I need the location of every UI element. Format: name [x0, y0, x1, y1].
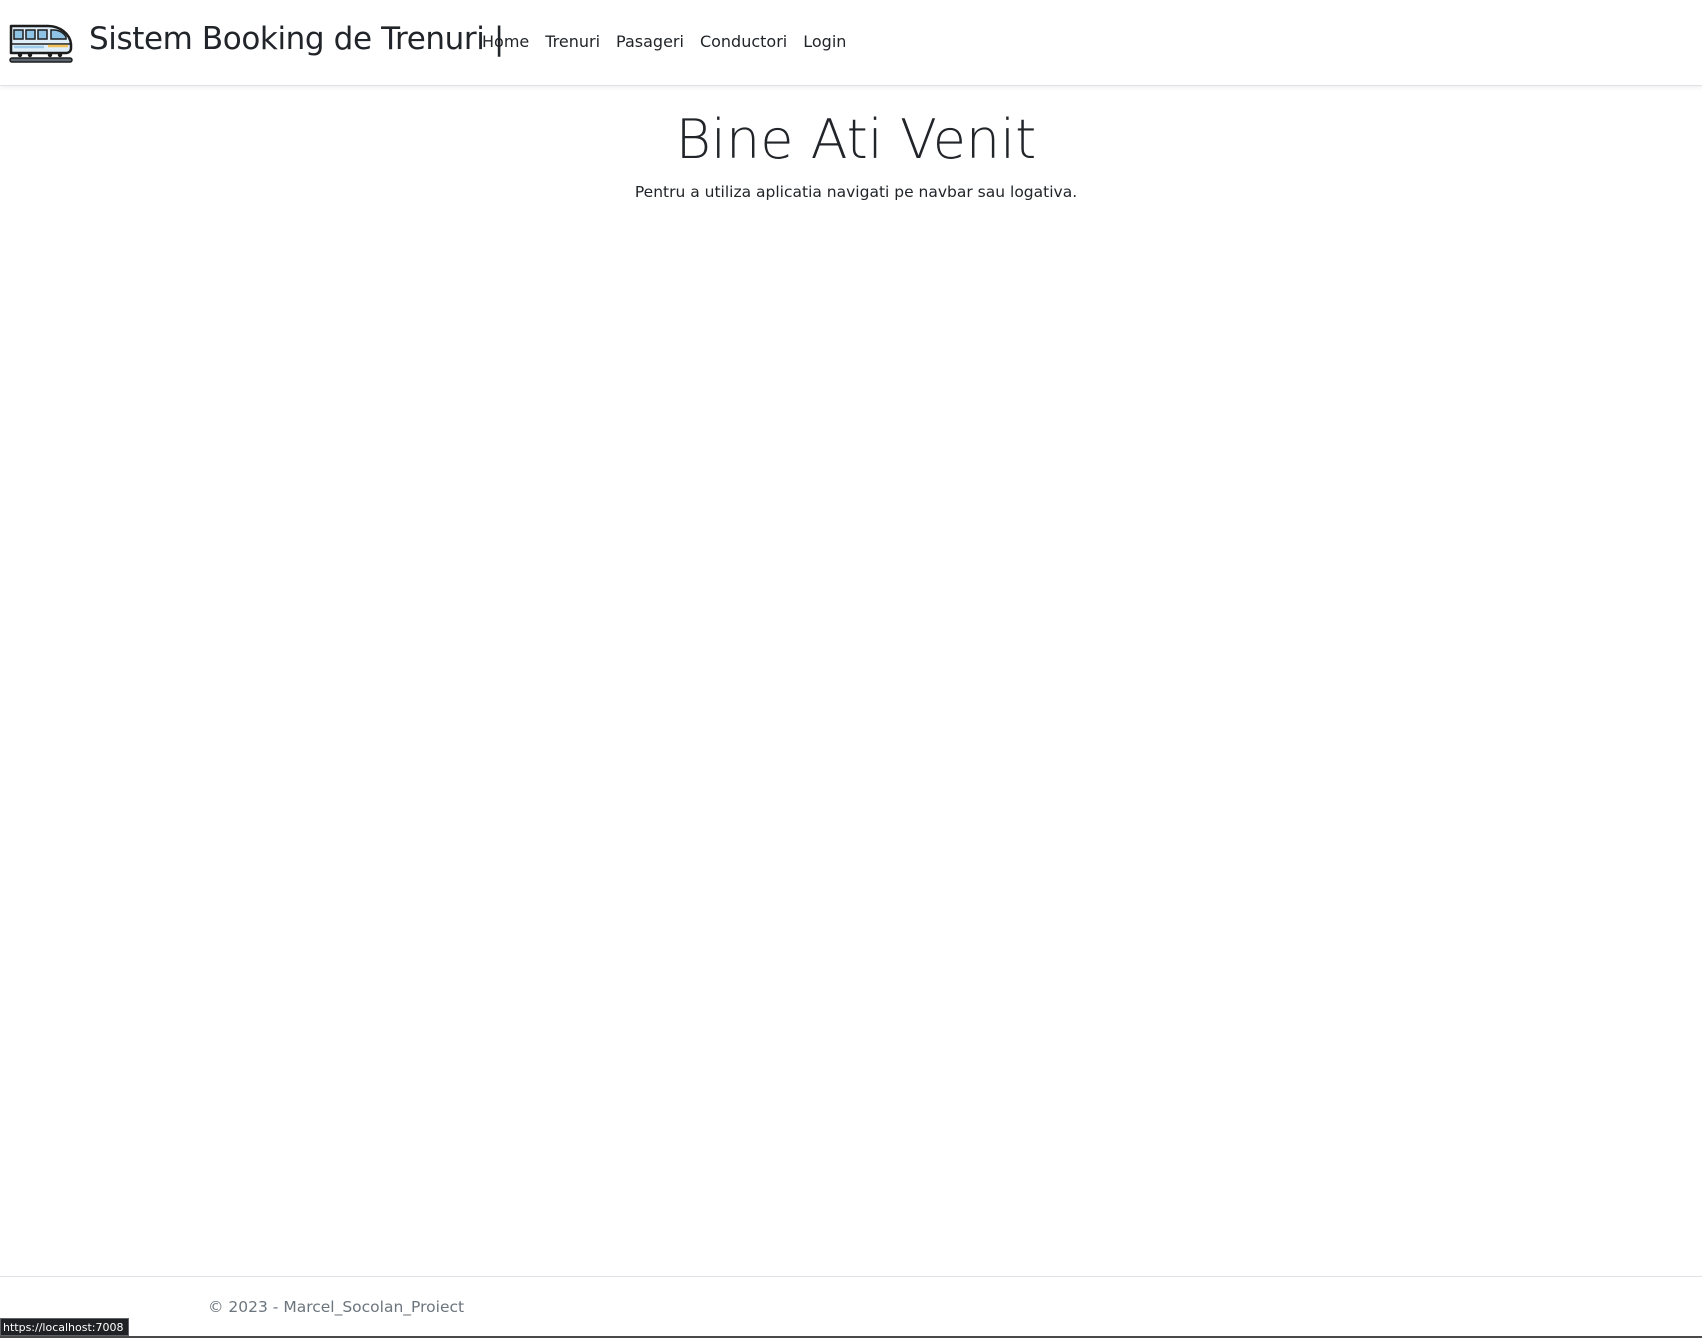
- footer: © 2023 - Marcel_Socolan_Proiect: [0, 1276, 1702, 1336]
- brand-title[interactable]: Sistem Booking de Trenuri |: [89, 18, 504, 60]
- train-icon[interactable]: [8, 18, 74, 64]
- page-subtitle: Pentru a utiliza aplicatia navigati pe n…: [634, 183, 1078, 201]
- nav-link-pasageri[interactable]: Pasageri: [608, 30, 692, 53]
- nav-link-conductori[interactable]: Conductori: [692, 30, 795, 53]
- page: Sistem Booking de Trenuri | Home Trenuri…: [0, 0, 1702, 1338]
- nav-links: Home Trenuri Pasageri Conductori Login: [482, 30, 854, 53]
- nav-link-trenuri[interactable]: Trenuri: [537, 30, 608, 53]
- nav-link-home[interactable]: Home: [482, 30, 537, 53]
- status-bar-url: https://localhost:7008: [0, 1318, 129, 1336]
- page-heading: Bine Ati Venit: [675, 108, 1037, 171]
- navbar: Sistem Booking de Trenuri | Home Trenuri…: [0, 0, 1702, 86]
- nav-link-login[interactable]: Login: [795, 30, 854, 53]
- footer-copyright: © 2023 - Marcel_Socolan_Proiect: [208, 1298, 465, 1316]
